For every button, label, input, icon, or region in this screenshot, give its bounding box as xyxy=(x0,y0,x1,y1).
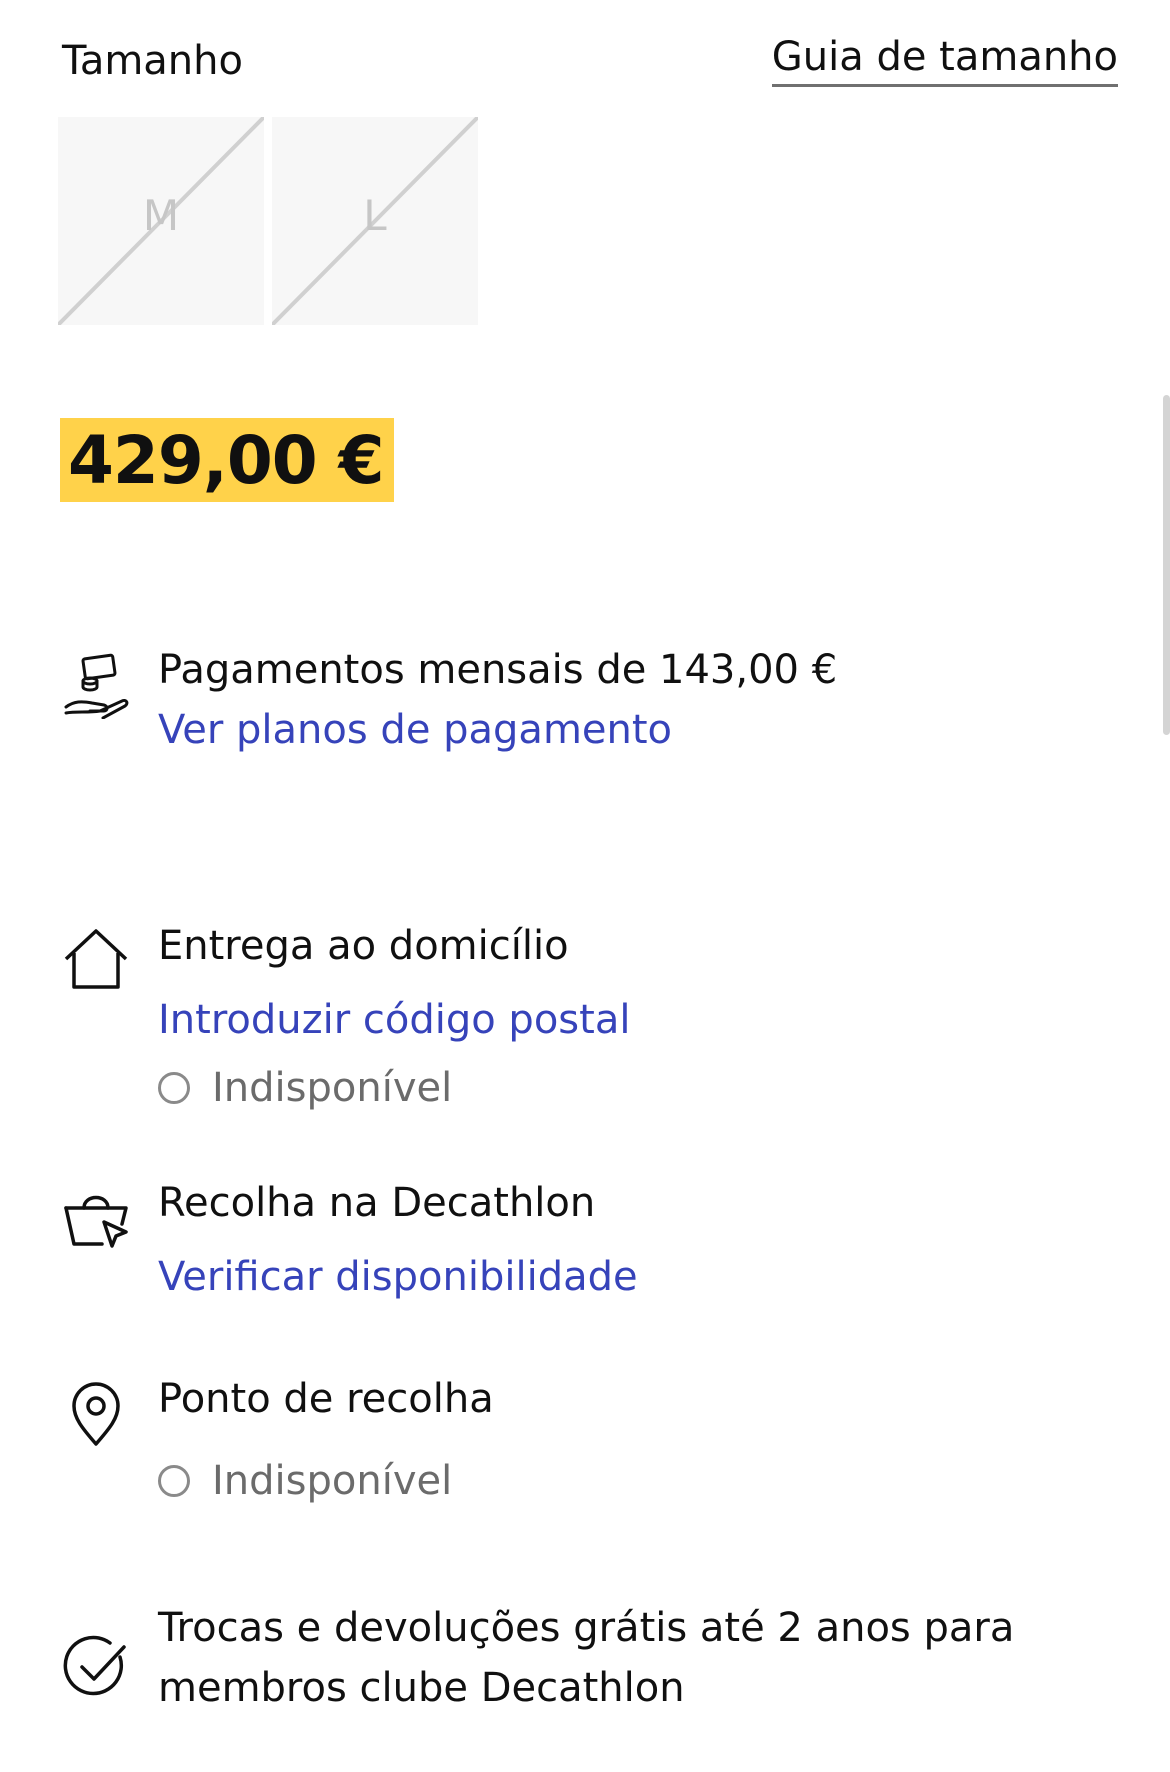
price-badge: 429,00 € xyxy=(60,418,394,502)
pickup-point-status: Indisponível xyxy=(158,1458,494,1504)
scrollbar[interactable] xyxy=(1163,395,1170,735)
home-delivery-status-text: Indisponível xyxy=(212,1065,453,1111)
returns-text-line-2: membros clube Decathlon xyxy=(158,1665,685,1711)
home-delivery-status: Indisponível xyxy=(158,1065,630,1111)
returns-text-line-1: Trocas e devoluções grátis até 2 anos pa… xyxy=(158,1605,1015,1651)
home-delivery-title: Entrega ao domicílio xyxy=(158,923,569,969)
postal-code-link[interactable]: Introduzir código postal xyxy=(158,995,630,1045)
location-pin-icon xyxy=(72,1382,120,1446)
house-icon xyxy=(64,929,128,989)
product-purchase-panel: Tamanho Guia de tamanho M L 429,00 € Pag… xyxy=(0,0,1170,1772)
size-section-title: Tamanho xyxy=(62,38,243,84)
payment-plans-link[interactable]: Ver planos de pagamento xyxy=(158,705,837,755)
size-option-label: L xyxy=(363,191,387,240)
check-availability-link[interactable]: Verificar disponibilidade xyxy=(158,1252,638,1302)
size-option-l[interactable]: L xyxy=(272,117,478,325)
check-circle-icon xyxy=(63,1635,126,1696)
payment-monthly-text: Pagamentos mensais de 143,00 € xyxy=(158,647,838,693)
status-radio-icon xyxy=(158,1465,190,1497)
size-option-label: M xyxy=(142,191,180,240)
pickup-point-status-text: Indisponível xyxy=(212,1458,453,1504)
basket-cursor-icon xyxy=(64,1195,128,1248)
pickup-point-title: Ponto de recolha xyxy=(158,1376,494,1422)
size-options: M L xyxy=(58,117,478,325)
store-pickup-title: Recolha na Decathlon xyxy=(158,1180,596,1226)
size-guide-link[interactable]: Guia de tamanho xyxy=(771,34,1118,87)
status-radio-icon xyxy=(158,1072,190,1104)
hand-money-icon xyxy=(64,653,129,719)
size-option-m[interactable]: M xyxy=(58,117,264,325)
